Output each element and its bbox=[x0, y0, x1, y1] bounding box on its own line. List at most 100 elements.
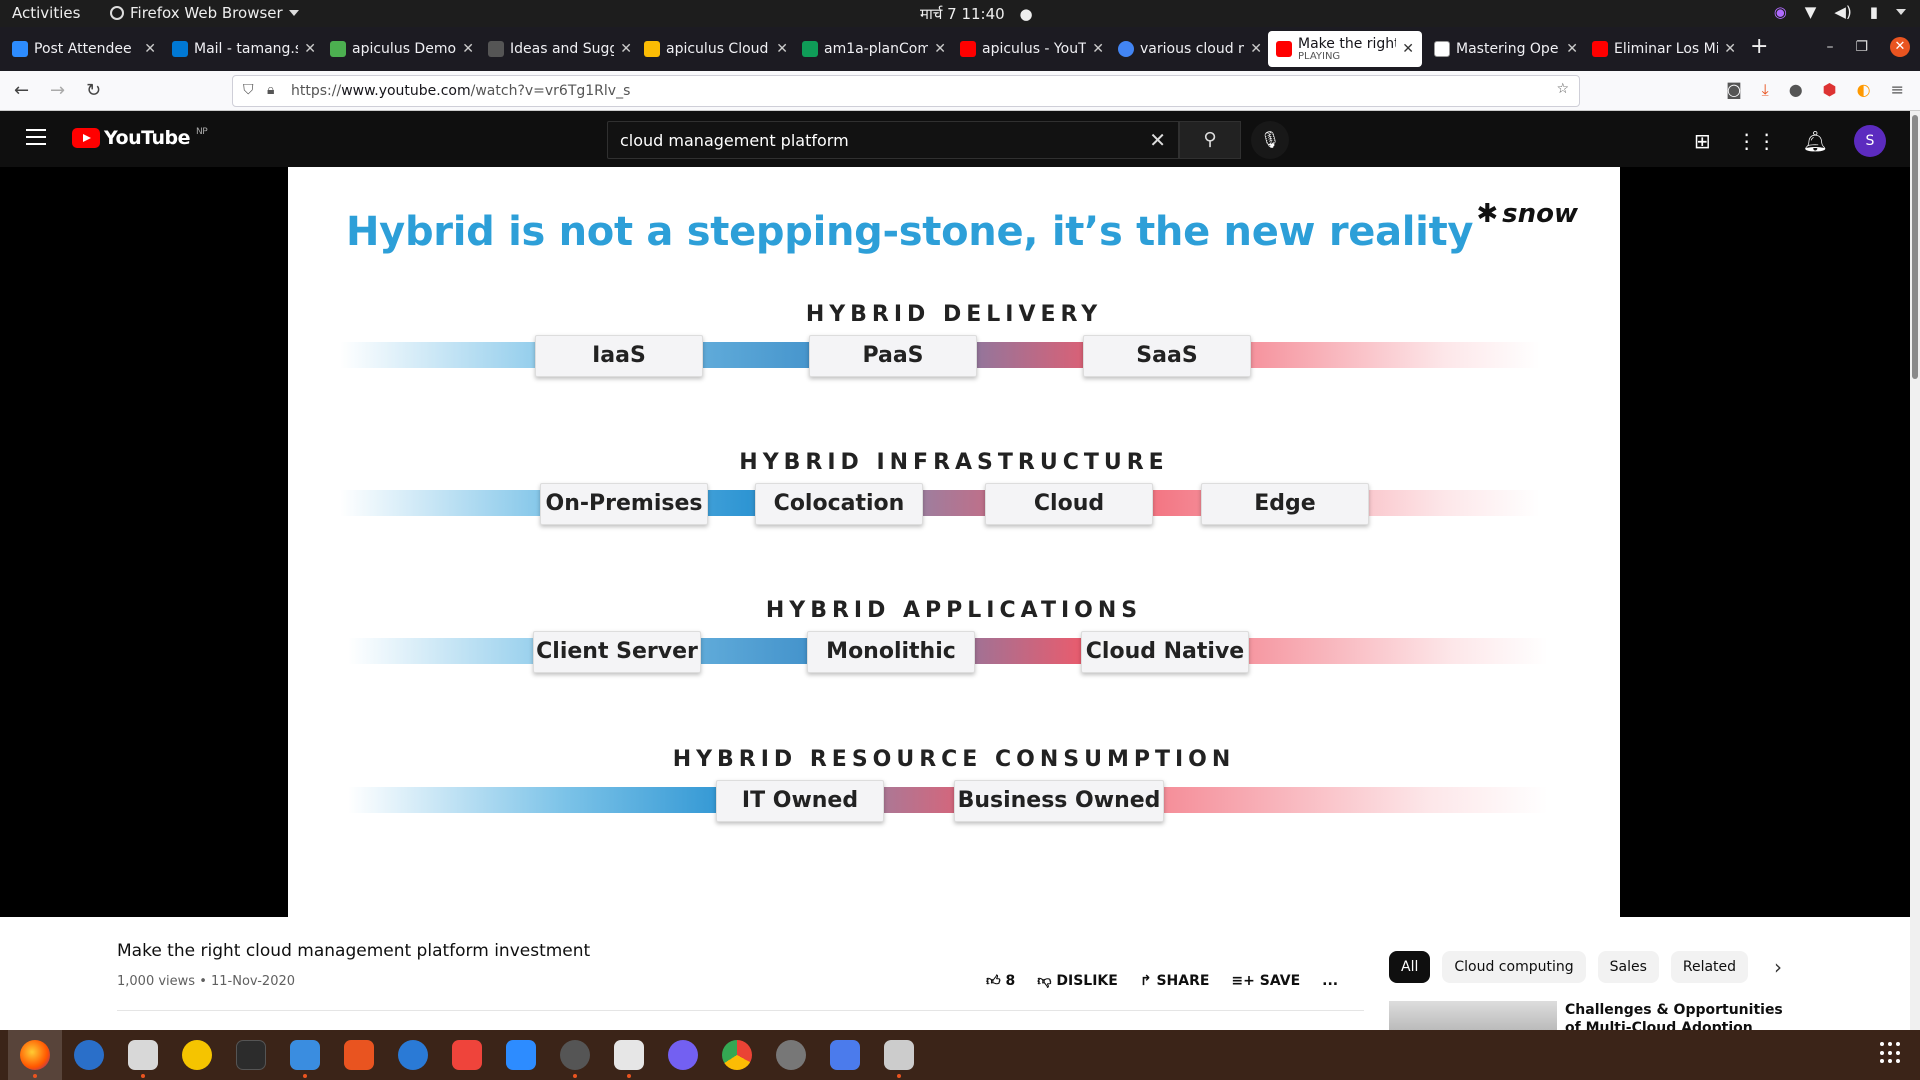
search-button[interactable]: ⚲ bbox=[1179, 121, 1241, 159]
close-tab-icon[interactable]: ✕ bbox=[1092, 41, 1104, 57]
youtube-play-icon bbox=[72, 128, 100, 148]
minimize-icon[interactable]: – bbox=[1826, 39, 1833, 55]
video-title: Make the right cloud management platform… bbox=[117, 941, 591, 961]
save-button[interactable]: ≡+ SAVE bbox=[1231, 973, 1300, 989]
new-tab-button[interactable]: + bbox=[1750, 34, 1768, 59]
close-tab-icon[interactable]: ✕ bbox=[934, 41, 946, 57]
activities-button[interactable]: Activities bbox=[12, 4, 80, 22]
apps-grid-icon[interactable]: ⋮⋮ bbox=[1737, 129, 1777, 153]
thunderbird-icon[interactable] bbox=[62, 1030, 116, 1080]
more-actions-button[interactable]: ... bbox=[1322, 973, 1338, 989]
rhythmbox-icon[interactable] bbox=[170, 1030, 224, 1080]
close-tab-icon[interactable]: ✕ bbox=[462, 41, 474, 57]
system-menu-chevron-icon[interactable] bbox=[1896, 9, 1906, 15]
video-meta: 1,000 views • 11-Nov-2020 bbox=[117, 974, 296, 989]
image-viewer-icon[interactable] bbox=[872, 1030, 926, 1080]
voice-search-button[interactable]: 🎙︎ bbox=[1251, 121, 1289, 159]
tab-title: Make the right bbox=[1298, 36, 1397, 52]
chip-all[interactable]: All bbox=[1389, 951, 1431, 983]
tab-mastering[interactable]: Mastering Ope ✕ bbox=[1426, 31, 1586, 67]
extension-s-icon[interactable]: ● bbox=[1789, 80, 1803, 100]
screenshot-icon[interactable] bbox=[602, 1030, 656, 1080]
clear-search-icon[interactable]: ✕ bbox=[1149, 128, 1166, 152]
bookmark-star-icon[interactable]: ☆ bbox=[1556, 81, 1569, 97]
chevron-right-icon[interactable]: › bbox=[1774, 955, 1782, 979]
tab-title: Mail - tamang.s bbox=[194, 41, 299, 57]
like-button[interactable]: 👍︎ 8 bbox=[986, 972, 1015, 989]
pocket-icon[interactable]: ◙ bbox=[1726, 80, 1742, 100]
dislike-label: DISLIKE bbox=[1056, 973, 1118, 989]
show-applications-icon[interactable] bbox=[1880, 1042, 1902, 1064]
scrollbar-thumb[interactable] bbox=[1912, 115, 1918, 379]
tab-apiculus-youtube[interactable]: apiculus - YouT ✕ bbox=[952, 31, 1112, 67]
software-icon[interactable] bbox=[332, 1030, 386, 1080]
tab-title: am1a-planCom bbox=[824, 41, 929, 57]
tab-post-attendee[interactable]: Post Attendee ✕ bbox=[4, 31, 164, 67]
firefox-icon[interactable] bbox=[8, 1030, 62, 1080]
window-controls: – ❐ ✕ bbox=[1826, 37, 1910, 57]
clock-icon[interactable] bbox=[548, 1030, 602, 1080]
pill-saas: SaaS bbox=[1083, 335, 1251, 377]
app-menu[interactable]: Firefox Web Browser bbox=[110, 4, 299, 22]
system-tray[interactable]: ◉ ▼ ◀) ▮ bbox=[1774, 3, 1906, 21]
tab-apiculus-demo[interactable]: apiculus Demo ✕ bbox=[322, 31, 482, 67]
restore-icon[interactable]: ❐ bbox=[1855, 39, 1868, 55]
tab-ideas[interactable]: Ideas and Sugg ✕ bbox=[480, 31, 640, 67]
extension-icon[interactable]: ◐ bbox=[1857, 80, 1871, 100]
viber-icon[interactable] bbox=[656, 1030, 710, 1080]
tab-various-cloud[interactable]: various cloud m ✕ bbox=[1110, 31, 1270, 67]
tab-mail[interactable]: Mail - tamang.s ✕ bbox=[164, 31, 324, 67]
settings-icon[interactable] bbox=[764, 1030, 818, 1080]
youtube-logo[interactable]: YouTube NP bbox=[72, 127, 208, 149]
close-tab-icon[interactable]: ✕ bbox=[304, 41, 316, 57]
help-icon[interactable] bbox=[386, 1030, 440, 1080]
url-text: https://www.youtube.com/watch?v=vr6Tg1Rl… bbox=[291, 83, 631, 99]
back-icon[interactable]: ← bbox=[14, 80, 29, 101]
reload-icon[interactable]: ↻ bbox=[86, 80, 101, 101]
video-player[interactable]: Hybrid is not a stepping-stone, it’s the… bbox=[0, 167, 1910, 917]
header-actions: ⊞ ⋮⋮ 🔔︎ S bbox=[1694, 125, 1886, 157]
forward-icon[interactable]: → bbox=[50, 80, 65, 101]
close-tab-icon[interactable]: ✕ bbox=[1566, 41, 1578, 57]
adblock-icon[interactable]: ⬢ bbox=[1823, 80, 1837, 100]
clock[interactable]: मार्च 7 11:40 ● bbox=[920, 4, 1033, 24]
tab-make-the-right[interactable]: Make the right PLAYING ✕ bbox=[1268, 31, 1422, 67]
share-button[interactable]: ↱ SHARE bbox=[1140, 973, 1210, 989]
downloads-icon[interactable]: ⤓ bbox=[1762, 80, 1769, 100]
create-video-icon[interactable]: ⊞ bbox=[1694, 129, 1711, 153]
terminal-icon[interactable] bbox=[224, 1030, 278, 1080]
chip-cloud-computing[interactable]: Cloud computing bbox=[1442, 951, 1586, 983]
chrome-icon[interactable] bbox=[710, 1030, 764, 1080]
anydesk-icon[interactable] bbox=[440, 1030, 494, 1080]
recommended-thumbnail[interactable] bbox=[1389, 1001, 1557, 1030]
lock-icon[interactable]: 🔒︎ bbox=[267, 82, 274, 98]
recommended-title[interactable]: Challenges & Opportunities of Multi-Clou… bbox=[1565, 1001, 1785, 1030]
files-icon[interactable] bbox=[116, 1030, 170, 1080]
notifications-bell-icon[interactable]: 🔔︎ bbox=[1803, 129, 1828, 153]
display-icon[interactable] bbox=[818, 1030, 872, 1080]
shield-icon[interactable]: ⛉ bbox=[243, 82, 254, 98]
close-tab-icon[interactable]: ✕ bbox=[620, 41, 632, 57]
close-tab-icon[interactable]: ✕ bbox=[1724, 41, 1736, 57]
page-scrollbar[interactable] bbox=[1910, 111, 1920, 1030]
close-tab-icon[interactable]: ✕ bbox=[1250, 41, 1262, 57]
close-window-icon[interactable]: ✕ bbox=[1890, 37, 1910, 57]
share-icon: ↱ bbox=[1139, 972, 1152, 989]
guide-menu-icon[interactable] bbox=[26, 129, 46, 150]
search-input[interactable]: cloud management platform ✕ bbox=[607, 121, 1179, 159]
chip-sales[interactable]: Sales bbox=[1597, 951, 1659, 983]
dislike-button[interactable]: 👎︎ DISLIKE bbox=[1037, 972, 1118, 989]
hamburger-menu-icon[interactable]: ≡ bbox=[1891, 80, 1904, 100]
avatar[interactable]: S bbox=[1854, 125, 1886, 157]
user-icon[interactable]: ◉ bbox=[1774, 3, 1787, 21]
url-bar[interactable]: ⛉ 🔒︎ https://www.youtube.com/watch?v=vr6… bbox=[232, 75, 1580, 107]
close-tab-icon[interactable]: ✕ bbox=[776, 41, 788, 57]
tab-plancom[interactable]: am1a-planCom ✕ bbox=[794, 31, 954, 67]
tab-eliminar[interactable]: Eliminar Los Mi ✕ bbox=[1584, 31, 1744, 67]
close-tab-icon[interactable]: ✕ bbox=[1402, 41, 1414, 57]
zoom-icon[interactable] bbox=[494, 1030, 548, 1080]
close-tab-icon[interactable]: ✕ bbox=[144, 41, 156, 57]
tab-apiculus-cloud[interactable]: apiculus Cloud ✕ bbox=[636, 31, 796, 67]
writer-icon[interactable] bbox=[278, 1030, 332, 1080]
chip-related[interactable]: Related bbox=[1670, 951, 1749, 983]
